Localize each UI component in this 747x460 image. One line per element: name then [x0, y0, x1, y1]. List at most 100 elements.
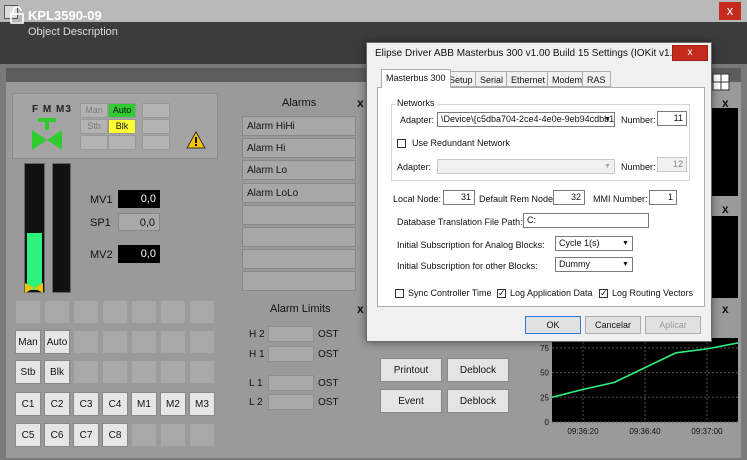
panel-close-button[interactable]: x	[722, 202, 729, 216]
c3-button[interactable]: C3	[73, 392, 99, 416]
grid-cell	[131, 360, 157, 384]
adapter-select[interactable]: \Device\{c5dba704-2ce4-4e0e-9eb94cdbb1t …	[437, 112, 615, 127]
mmi-number-input[interactable]: 1	[649, 190, 677, 205]
event-button[interactable]: Event	[380, 389, 442, 413]
number-input[interactable]: 11	[657, 111, 687, 126]
grid-cell	[189, 360, 215, 384]
limit-unit-h1: OST	[318, 349, 339, 360]
chevron-down-icon: ▼	[604, 163, 611, 170]
chart-xtick-label: 09:37:00	[691, 427, 723, 436]
trend-panel	[712, 108, 738, 196]
alarm-row-lo[interactable]: Alarm Lo	[242, 160, 356, 180]
analog-subscription-label: Initial Subscription for Analog Blocks:	[397, 240, 545, 250]
field-value-sp1[interactable]: 0,0	[118, 213, 160, 231]
m3-button[interactable]: M3	[189, 392, 215, 416]
field-label-mv2: MV2	[90, 249, 113, 261]
limit-input-l2[interactable]	[268, 394, 314, 410]
panel-close-button[interactable]: x	[722, 302, 729, 316]
grid-cell	[73, 300, 99, 324]
chart-xtick-label: 09:36:20	[567, 427, 599, 436]
limit-label-l1: L 1	[249, 378, 263, 389]
c2-button[interactable]: C2	[44, 392, 70, 416]
c7-button[interactable]: C7	[73, 423, 99, 447]
unlock-icon[interactable]	[10, 6, 24, 24]
db-path-label: Database Translation File Path:	[397, 217, 523, 227]
printout-button[interactable]: Printout	[380, 358, 442, 382]
tab-serial[interactable]: Serial	[475, 71, 509, 87]
alarm-row-lolo[interactable]: Alarm LoLo	[242, 183, 356, 203]
tab-modem[interactable]: Modem	[547, 71, 588, 87]
field-label-sp1: SP1	[90, 217, 111, 229]
mode-empty-box	[142, 135, 170, 150]
chart-xtick-label: 09:36:40	[629, 427, 661, 436]
alarm-row-hi[interactable]: Alarm Hi	[242, 138, 356, 158]
apply-button[interactable]: Aplicar	[645, 316, 701, 334]
limit-input-h2[interactable]	[268, 326, 314, 342]
c5-button[interactable]: C5	[15, 423, 41, 447]
alarm-row-empty	[242, 205, 356, 225]
other-subscription-value: Dummy	[559, 259, 590, 269]
object-title: KPL3590-09	[28, 8, 102, 23]
window-close-button[interactable]: x	[719, 2, 741, 20]
grid-view-icon[interactable]	[712, 73, 730, 91]
chevron-down-icon: ▼	[622, 240, 629, 247]
alarm-limits-title: Alarm Limits	[270, 303, 331, 315]
panel-close-button[interactable]: x	[722, 96, 729, 110]
grid-cell	[160, 330, 186, 354]
field-value-mv1: 0,0	[118, 190, 160, 208]
chart-ytick-label: 0	[545, 418, 550, 427]
use-redundant-checkbox[interactable]	[397, 139, 406, 148]
tab-masterbus-300[interactable]: Masterbus 300	[381, 69, 451, 88]
chart-ytick-label: 75	[540, 344, 549, 353]
blk-button[interactable]: Blk	[44, 360, 70, 384]
alarms-title: Alarms	[282, 97, 317, 109]
alarms-close-button[interactable]: x	[357, 96, 364, 110]
c1-button[interactable]: C1	[15, 392, 41, 416]
number2-input: 12	[657, 157, 687, 172]
cancel-button[interactable]: Cancelar	[585, 316, 641, 334]
limit-input-l1[interactable]	[268, 375, 314, 391]
limit-input-h1[interactable]	[268, 346, 314, 362]
grid-cell	[73, 360, 99, 384]
grid-cell	[102, 330, 128, 354]
log-application-checkbox[interactable]: ✓	[497, 289, 506, 298]
adapter2-select: ▼	[437, 159, 615, 174]
log-routing-checkbox[interactable]: ✓	[599, 289, 608, 298]
stb-button[interactable]: Stb	[15, 360, 41, 384]
m2-button[interactable]: M2	[160, 392, 186, 416]
c4-button[interactable]: C4	[102, 392, 128, 416]
dialog-close-button[interactable]: x	[672, 45, 708, 61]
dialog-title: Elipse Driver ABB Masterbus 300 v1.00 Bu…	[375, 48, 687, 59]
m1-button[interactable]: M1	[131, 392, 157, 416]
grid-cell	[160, 360, 186, 384]
sync-controller-checkbox[interactable]	[395, 289, 404, 298]
analog-subscription-select[interactable]: Cycle 1(s) ▼	[555, 236, 633, 251]
c6-button[interactable]: C6	[44, 423, 70, 447]
other-subscription-select[interactable]: Dummy ▼	[555, 257, 633, 272]
deblock-button[interactable]: Deblock	[447, 358, 509, 382]
deblock-button-2[interactable]: Deblock	[447, 389, 509, 413]
tab-ethernet[interactable]: Ethernet	[506, 71, 551, 87]
default-rem-node-input[interactable]: 32	[553, 190, 585, 205]
man-button[interactable]: Man	[15, 330, 41, 354]
local-node-input[interactable]: 31	[443, 190, 475, 205]
mode-empty-box	[142, 103, 170, 118]
chart-ytick-label: 25	[540, 393, 549, 402]
tab-ras[interactable]: RAS	[582, 71, 611, 87]
alarm-row-hihi[interactable]: Alarm HiHi	[242, 116, 356, 136]
grid-cell	[160, 423, 186, 447]
networks-group-label: Networks	[395, 98, 437, 108]
db-path-input[interactable]: C:	[523, 213, 649, 228]
limit-unit-h2: OST	[318, 329, 339, 340]
chevron-down-icon: ▼	[604, 116, 611, 123]
trend-panel	[712, 216, 738, 298]
auto-button[interactable]: Auto	[44, 330, 70, 354]
alarm-limits-close-button[interactable]: x	[357, 302, 364, 316]
alarm-row-empty	[242, 227, 356, 247]
mmi-number-label: MMI Number:	[593, 194, 648, 204]
bar-marker-icon	[25, 283, 43, 293]
limit-label-h1: H 1	[249, 349, 265, 360]
c8-button[interactable]: C8	[102, 423, 128, 447]
ok-button[interactable]: OK	[525, 316, 581, 334]
settings-dialog: Elipse Driver ABB Masterbus 300 v1.00 Bu…	[366, 42, 712, 342]
